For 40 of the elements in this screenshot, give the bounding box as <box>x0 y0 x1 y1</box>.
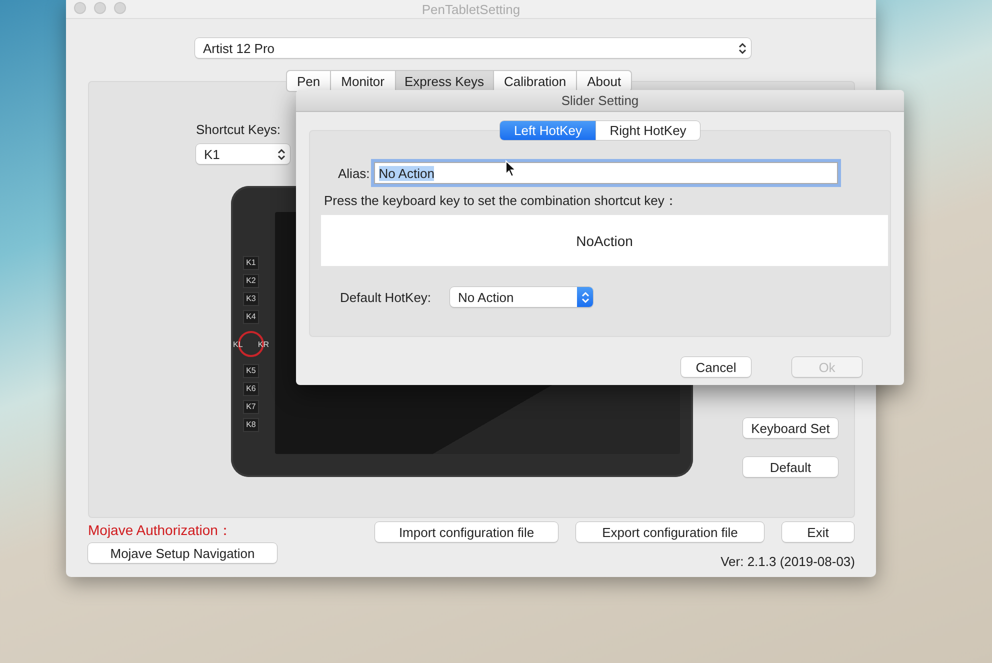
side-button[interactable]: Keyboard Set <box>743 418 838 438</box>
alias-label: Alias: <box>338 166 370 180</box>
tab[interactable]: About <box>576 70 632 92</box>
key-label: K2 <box>243 274 259 288</box>
key-label: K4 <box>243 310 259 324</box>
dialog-title: Slider Setting <box>296 90 904 112</box>
version-label: Ver: 2.1.3 (2019-08-03) <box>720 554 855 569</box>
stepper-icon <box>277 148 286 160</box>
footer-button[interactable]: Import configuration file <box>375 522 558 542</box>
default-hotkey-select[interactable]: No Action <box>450 287 594 307</box>
hotkey-tab[interactable]: Right HotKey <box>596 121 700 140</box>
alias-field[interactable]: No Action <box>374 162 838 184</box>
window-control-icon[interactable] <box>114 2 126 14</box>
tab[interactable]: Pen <box>286 70 332 92</box>
tab[interactable]: Express Keys <box>394 70 494 92</box>
footer-button[interactable]: Export configuration file <box>576 522 764 542</box>
pointer-icon <box>505 160 517 178</box>
hotkey-tab[interactable]: Left HotKey <box>500 121 596 140</box>
shortcut-key-select[interactable]: K1 <box>196 144 290 164</box>
stepper-icon <box>580 290 590 304</box>
mojave-authorization-label: Mojave Authorization： <box>88 522 233 540</box>
footer-button[interactable]: Exit <box>782 522 854 542</box>
shortcut-keys-label: Shortcut Keys: <box>196 122 281 137</box>
mojave-setup-button[interactable]: Mojave Setup Navigation <box>88 543 277 563</box>
window-title: PenTabletSetting <box>422 2 520 16</box>
key-label: K7 <box>243 400 259 414</box>
key-label: K1 <box>243 256 259 270</box>
side-button[interactable]: Default <box>743 457 838 477</box>
combination-display: NoAction <box>321 215 888 266</box>
device-select[interactable]: Artist 12 Pro <box>195 38 751 58</box>
shortcut-prompt: Press the keyboard key to set the combination shortcut key： <box>324 192 678 210</box>
default-hotkey-label: Default HotKey: <box>340 290 432 304</box>
dialog-button[interactable]: Cancel <box>681 357 751 377</box>
key-label: K3 <box>243 292 259 306</box>
window-control-icon[interactable] <box>74 2 86 14</box>
key-label: K5 <box>243 364 259 378</box>
stepper-icon <box>738 42 747 54</box>
key-label: K8 <box>243 418 259 432</box>
window-control-icon[interactable] <box>94 2 106 14</box>
key-label: K6 <box>243 382 259 396</box>
